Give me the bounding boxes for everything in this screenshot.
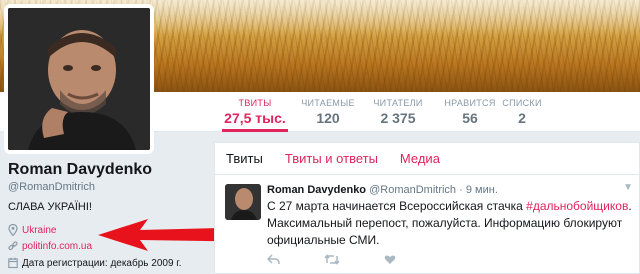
like-button[interactable] [384, 254, 396, 265]
stat-followers-value: 2 375 [380, 110, 416, 126]
map-pin-icon [8, 224, 18, 236]
retweet-icon [324, 254, 340, 265]
stat-lists-value: 2 [518, 110, 526, 126]
tweet-text: С 27 марта начинается Всероссийская стач… [267, 198, 635, 249]
stat-followers[interactable]: ЧИТАТЕЛИ 2 375 [368, 98, 428, 126]
profile-url[interactable]: politinfo.com.ua [8, 240, 92, 252]
stat-likes-label: НРАВИТСЯ [444, 98, 496, 108]
tweet-avatar[interactable] [225, 184, 261, 220]
profile-url-text: politinfo.com.ua [22, 240, 93, 252]
stat-tweets-label: ТВИТЫ [238, 98, 272, 108]
stat-lists[interactable]: СПИСКИ 2 [502, 98, 542, 126]
tweet-timestamp[interactable]: 9 мин. [466, 184, 498, 196]
reply-icon [267, 254, 280, 265]
tweets-panel: Твиты Твиты и ответы Медиа Roman Davyden… [214, 142, 640, 274]
tweet-avatar-photo [225, 184, 261, 220]
profile-bio: СЛАВА УКРАЇНІ! [8, 201, 92, 213]
tweet-actions [267, 254, 396, 265]
profile-avatar[interactable] [4, 4, 154, 154]
profile-handle[interactable]: @RomanDmitrich [8, 181, 95, 193]
tweet-author-handle[interactable]: @RomanDmitrich [369, 184, 456, 196]
chevron-down-icon[interactable]: ▼ [623, 182, 633, 193]
tab-tweets[interactable]: Твиты [215, 151, 274, 166]
reply-button[interactable] [267, 254, 280, 265]
stat-tweets[interactable]: ТВИТЫ 27,5 тыс. [222, 98, 288, 132]
tab-media[interactable]: Медиа [389, 151, 451, 166]
avatar-photo [8, 8, 150, 150]
tweet-header: Roman Davydenko @RomanDmitrich · 9 мин. [267, 184, 498, 196]
tab-tweets-replies[interactable]: Твиты и ответы [274, 151, 389, 166]
stat-following[interactable]: ЧИТАЕМЫЕ 120 [298, 98, 358, 126]
stat-lists-label: СПИСКИ [502, 98, 542, 108]
profile-location-text: Ukraine [22, 224, 57, 236]
stat-tweets-value: 27,5 тыс. [224, 110, 286, 126]
profile-name[interactable]: Roman Davydenko [8, 161, 152, 179]
profile-joined-text: Дата регистрации: декабрь 2009 г. [22, 257, 182, 269]
tweet-item[interactable]: Roman Davydenko @RomanDmitrich · 9 мин. … [215, 176, 640, 274]
tweet-hashtag[interactable]: #дальнобойщиков [526, 199, 628, 213]
tweet-text-part1: С 27 марта начинается Всероссийская стач… [267, 199, 527, 213]
profile-location[interactable]: Ukraine [8, 224, 56, 236]
timeline-tabs: Твиты Твиты и ответы Медиа [215, 143, 639, 175]
stat-following-value: 120 [316, 110, 340, 126]
stat-followers-label: ЧИТАТЕЛИ [373, 98, 423, 108]
stat-likes-value: 56 [462, 110, 478, 126]
retweet-button[interactable] [324, 254, 340, 265]
stat-following-label: ЧИТАЕМЫЕ [301, 98, 355, 108]
calendar-icon [8, 257, 18, 269]
tweet-separator: · [459, 184, 463, 196]
stat-likes[interactable]: НРАВИТСЯ 56 [440, 98, 500, 126]
link-icon [8, 241, 18, 251]
tweet-author-name[interactable]: Roman Davydenko [267, 184, 366, 196]
heart-icon [384, 255, 396, 264]
profile-joined: Дата регистрации: декабрь 2009 г. [8, 257, 182, 269]
